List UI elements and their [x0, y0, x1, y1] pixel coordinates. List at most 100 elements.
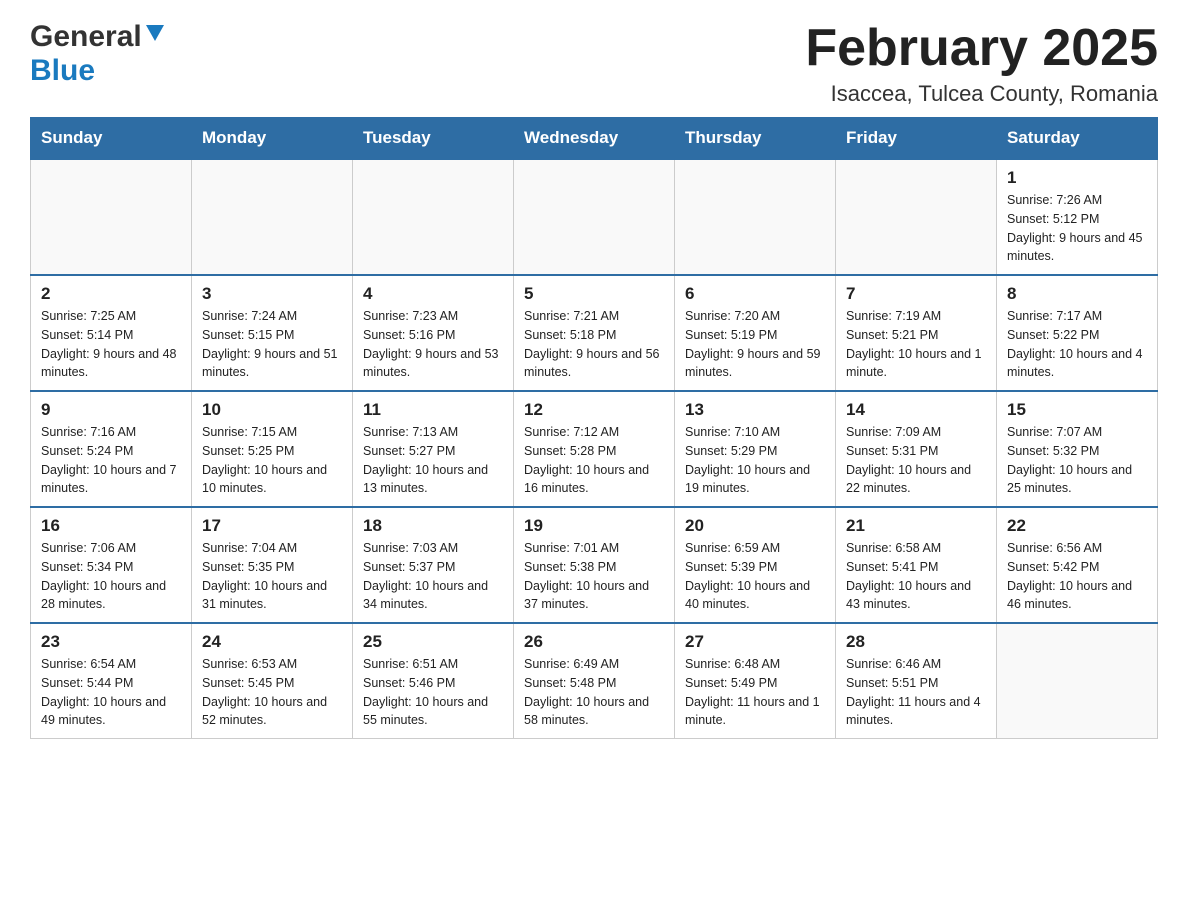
day-info: Sunrise: 7:15 AMSunset: 5:25 PMDaylight:… [202, 423, 342, 498]
calendar-cell: 4 Sunrise: 7:23 AMSunset: 5:16 PMDaylight… [353, 275, 514, 391]
calendar-cell: 23 Sunrise: 6:54 AMSunset: 5:44 PMDayligh… [31, 623, 192, 739]
day-number: 16 [41, 516, 181, 536]
calendar-cell: 11 Sunrise: 7:13 AMSunset: 5:27 PMDayligh… [353, 391, 514, 507]
calendar-cell: 18Sunrise: 7:03 AMSunset: 5:37 PMDayligh… [353, 507, 514, 623]
month-year-title: February 2025 [805, 20, 1158, 77]
calendar-cell: 10 Sunrise: 7:15 AMSunset: 5:25 PMDayligh… [192, 391, 353, 507]
calendar-cell [192, 159, 353, 275]
title-block: February 2025 Isaccea, Tulcea County, Ro… [805, 20, 1158, 107]
calendar-cell [836, 159, 997, 275]
calendar-week-row: 1 Sunrise: 7:26 AMSunset: 5:12 PMDaylight… [31, 159, 1158, 275]
day-number: 10 [202, 400, 342, 420]
day-number: 14 [846, 400, 986, 420]
day-info: Sunrise: 7:13 AMSunset: 5:27 PMDaylight:… [363, 423, 503, 498]
logo-general-text: General [30, 20, 142, 54]
calendar-cell: 6 Sunrise: 7:20 AMSunset: 5:19 PMDaylight… [675, 275, 836, 391]
day-info: Sunrise: 6:51 AMSunset: 5:46 PMDaylight:… [363, 655, 503, 730]
calendar-cell: 28 Sunrise: 6:46 AMSunset: 5:51 PMDayligh… [836, 623, 997, 739]
calendar-cell: 17 Sunrise: 7:04 AMSunset: 5:35 PMDayligh… [192, 507, 353, 623]
day-info: Sunrise: 6:59 AMSunset: 5:39 PMDaylight:… [685, 539, 825, 614]
calendar-cell: 25 Sunrise: 6:51 AMSunset: 5:46 PMDayligh… [353, 623, 514, 739]
day-number: 21 [846, 516, 986, 536]
calendar-cell: 5Sunrise: 7:21 AMSunset: 5:18 PMDaylight… [514, 275, 675, 391]
day-number: 17 [202, 516, 342, 536]
calendar-cell: 19 Sunrise: 7:01 AMSunset: 5:38 PMDayligh… [514, 507, 675, 623]
calendar-cell [997, 623, 1158, 739]
day-info: Sunrise: 6:54 AMSunset: 5:44 PMDaylight:… [41, 655, 181, 730]
day-info: Sunrise: 7:12 AMSunset: 5:28 PMDaylight:… [524, 423, 664, 498]
weekday-header-thursday: Thursday [675, 118, 836, 160]
day-number: 22 [1007, 516, 1147, 536]
day-number: 26 [524, 632, 664, 652]
day-number: 19 [524, 516, 664, 536]
day-info: Sunrise: 6:46 AMSunset: 5:51 PMDaylight:… [846, 655, 986, 730]
calendar-week-row: 16 Sunrise: 7:06 AMSunset: 5:34 PMDayligh… [31, 507, 1158, 623]
calendar-week-row: 23 Sunrise: 6:54 AMSunset: 5:44 PMDayligh… [31, 623, 1158, 739]
calendar-cell: 3 Sunrise: 7:24 AMSunset: 5:15 PMDaylight… [192, 275, 353, 391]
calendar-cell: 26 Sunrise: 6:49 AMSunset: 5:48 PMDayligh… [514, 623, 675, 739]
day-info: Sunrise: 7:25 AMSunset: 5:14 PMDaylight:… [41, 307, 181, 382]
page-header: General Blue February 2025 Isaccea, Tulc… [30, 20, 1158, 107]
day-info: Sunrise: 6:56 AMSunset: 5:42 PMDaylight:… [1007, 539, 1147, 614]
day-number: 20 [685, 516, 825, 536]
calendar-cell: 1 Sunrise: 7:26 AMSunset: 5:12 PMDaylight… [997, 159, 1158, 275]
calendar-week-row: 9 Sunrise: 7:16 AMSunset: 5:24 PMDaylight… [31, 391, 1158, 507]
logo-arrow-icon [144, 23, 166, 48]
day-number: 9 [41, 400, 181, 420]
day-info: Sunrise: 7:07 AMSunset: 5:32 PMDaylight:… [1007, 423, 1147, 498]
weekday-header-friday: Friday [836, 118, 997, 160]
day-number: 3 [202, 284, 342, 304]
calendar-cell: 27 Sunrise: 6:48 AMSunset: 5:49 PMDayligh… [675, 623, 836, 739]
calendar-cell: 12 Sunrise: 7:12 AMSunset: 5:28 PMDayligh… [514, 391, 675, 507]
day-info: Sunrise: 6:53 AMSunset: 5:45 PMDaylight:… [202, 655, 342, 730]
calendar-cell: 22 Sunrise: 6:56 AMSunset: 5:42 PMDayligh… [997, 507, 1158, 623]
day-number: 15 [1007, 400, 1147, 420]
day-info: Sunrise: 7:10 AMSunset: 5:29 PMDaylight:… [685, 423, 825, 498]
calendar-cell: 20 Sunrise: 6:59 AMSunset: 5:39 PMDayligh… [675, 507, 836, 623]
day-info: Sunrise: 7:06 AMSunset: 5:34 PMDaylight:… [41, 539, 181, 614]
day-number: 6 [685, 284, 825, 304]
day-info: Sunrise: 7:04 AMSunset: 5:35 PMDaylight:… [202, 539, 342, 614]
day-number: 1 [1007, 168, 1147, 188]
calendar-cell: 2 Sunrise: 7:25 AMSunset: 5:14 PMDaylight… [31, 275, 192, 391]
day-info: Sunrise: 6:58 AMSunset: 5:41 PMDaylight:… [846, 539, 986, 614]
calendar-table: SundayMondayTuesdayWednesdayThursdayFrid… [30, 117, 1158, 739]
day-number: 2 [41, 284, 181, 304]
day-info: Sunrise: 7:17 AMSunset: 5:22 PMDaylight:… [1007, 307, 1147, 382]
day-number: 28 [846, 632, 986, 652]
calendar-cell [353, 159, 514, 275]
day-info: Sunrise: 7:16 AMSunset: 5:24 PMDaylight:… [41, 423, 181, 498]
calendar-cell [514, 159, 675, 275]
day-info: Sunrise: 6:48 AMSunset: 5:49 PMDaylight:… [685, 655, 825, 730]
calendar-cell: 14Sunrise: 7:09 AMSunset: 5:31 PMDayligh… [836, 391, 997, 507]
calendar-cell: 7 Sunrise: 7:19 AMSunset: 5:21 PMDaylight… [836, 275, 997, 391]
day-number: 4 [363, 284, 503, 304]
calendar-cell: 8Sunrise: 7:17 AMSunset: 5:22 PMDaylight… [997, 275, 1158, 391]
day-info: Sunrise: 7:03 AMSunset: 5:37 PMDaylight:… [363, 539, 503, 614]
day-info: Sunrise: 7:24 AMSunset: 5:15 PMDaylight:… [202, 307, 342, 382]
weekday-header-row: SundayMondayTuesdayWednesdayThursdayFrid… [31, 118, 1158, 160]
calendar-cell [675, 159, 836, 275]
logo: General Blue [30, 20, 166, 88]
day-info: Sunrise: 7:20 AMSunset: 5:19 PMDaylight:… [685, 307, 825, 382]
weekday-header-sunday: Sunday [31, 118, 192, 160]
day-info: Sunrise: 7:01 AMSunset: 5:38 PMDaylight:… [524, 539, 664, 614]
day-number: 25 [363, 632, 503, 652]
day-number: 13 [685, 400, 825, 420]
calendar-cell: 24Sunrise: 6:53 AMSunset: 5:45 PMDayligh… [192, 623, 353, 739]
day-info: Sunrise: 7:26 AMSunset: 5:12 PMDaylight:… [1007, 191, 1147, 266]
calendar-week-row: 2 Sunrise: 7:25 AMSunset: 5:14 PMDaylight… [31, 275, 1158, 391]
calendar-cell: 21 Sunrise: 6:58 AMSunset: 5:41 PMDayligh… [836, 507, 997, 623]
location-subtitle: Isaccea, Tulcea County, Romania [805, 81, 1158, 107]
day-number: 23 [41, 632, 181, 652]
day-number: 5 [524, 284, 664, 304]
weekday-header-saturday: Saturday [997, 118, 1158, 160]
day-info: Sunrise: 6:49 AMSunset: 5:48 PMDaylight:… [524, 655, 664, 730]
day-number: 12 [524, 400, 664, 420]
day-info: Sunrise: 7:23 AMSunset: 5:16 PMDaylight:… [363, 307, 503, 382]
day-number: 7 [846, 284, 986, 304]
calendar-cell: 16 Sunrise: 7:06 AMSunset: 5:34 PMDayligh… [31, 507, 192, 623]
day-number: 11 [363, 400, 503, 420]
day-number: 27 [685, 632, 825, 652]
day-info: Sunrise: 7:19 AMSunset: 5:21 PMDaylight:… [846, 307, 986, 382]
